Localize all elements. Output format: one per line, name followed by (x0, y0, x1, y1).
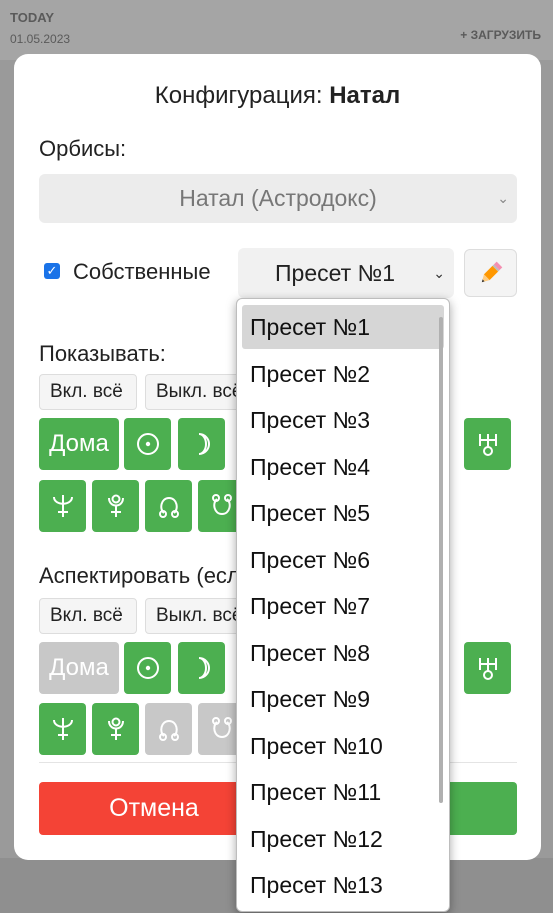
dropdown-scrollbar[interactable] (439, 317, 443, 803)
show-toggle-pluto[interactable] (92, 480, 139, 532)
preset-option[interactable]: Пресет №11 (242, 770, 444, 814)
preset-option[interactable]: Пресет №6 (242, 538, 444, 582)
neptune-icon (52, 495, 73, 517)
orbs-select-value: Натал (Астродокс) (179, 185, 377, 211)
background-title: TODAY (10, 10, 55, 25)
houses-label: Дома (49, 430, 109, 457)
orbs-select[interactable]: Натал (Астродокс) ⌄ (39, 174, 517, 223)
modal-title: Конфигурация: Натал (154, 82, 401, 109)
show-enable-all-button[interactable]: Вкл. всё (39, 374, 137, 410)
preset-option[interactable]: Пресет №3 (242, 398, 444, 442)
show-label: Показывать: (39, 341, 166, 366)
moon-icon (198, 433, 210, 455)
chevron-down-icon: ⌄ (433, 265, 445, 281)
background-date: 01.05.2023 (10, 32, 71, 46)
preset-option[interactable]: Пресет №8 (242, 631, 444, 675)
cancel-button[interactable]: Отмена (39, 782, 269, 835)
uranus-icon (478, 434, 497, 456)
preset-option[interactable]: Пресет №9 (242, 677, 444, 721)
aspect-enable-all-button[interactable]: Вкл. всё (39, 598, 137, 634)
aspect-toggle-uranus[interactable] (464, 642, 511, 694)
north-node-icon (158, 719, 179, 741)
show-toggle-sun[interactable] (124, 418, 171, 470)
show-toggle-uranus[interactable] (464, 418, 511, 470)
pluto-icon (107, 717, 124, 740)
show-toggle-neptune[interactable] (39, 480, 86, 532)
aspect-toggle-neptune[interactable] (39, 703, 86, 755)
sun-icon (136, 433, 159, 455)
south-node-icon (211, 494, 232, 516)
pluto-icon (107, 494, 124, 517)
show-toggle-north-node[interactable] (145, 480, 192, 532)
aspect-toggle-moon[interactable] (178, 642, 225, 694)
preset-dropdown-list: Пресет №1 Пресет №2 Пресет №3 Пресет №4 Прес… (236, 298, 450, 912)
preset-option[interactable]: Пресет №12 (242, 817, 444, 861)
preset-option[interactable]: Пресет №10 (242, 724, 444, 768)
show-toggle-moon[interactable] (178, 418, 225, 470)
show-toggle-houses[interactable]: Дома (39, 418, 119, 470)
aspect-toggle-sun[interactable] (124, 642, 171, 694)
south-node-icon (211, 717, 232, 739)
orbs-label: Орбисы: (39, 136, 127, 161)
neptune-icon (52, 718, 73, 740)
preset-option[interactable]: Пресет №13 (242, 863, 444, 907)
preset-option[interactable]: Пресет №2 (242, 352, 444, 396)
preset-option[interactable]: Пресет №5 (242, 491, 444, 535)
background-load-link: + ЗАГРУЗИТЬ (460, 28, 541, 42)
background-header: TODAY 01.05.2023 + ЗАГРУЗИТЬ (0, 0, 553, 60)
aspect-toggle-pluto[interactable] (92, 703, 139, 755)
preset-select-value: Пресет №1 (275, 260, 396, 286)
config-name: Натал (329, 82, 401, 109)
aspect-toggle-houses[interactable]: Дома (39, 642, 119, 694)
houses-label: Дома (49, 654, 109, 681)
preset-select[interactable]: Пресет №1 ⌄ (238, 248, 454, 298)
preset-option[interactable]: Пресет №1 (242, 305, 444, 349)
moon-icon (198, 657, 210, 679)
sun-icon (136, 657, 159, 679)
own-orbs-label: Собственные (73, 259, 211, 284)
own-orbs-checkbox[interactable]: ✓ (44, 263, 60, 279)
aspect-toggle-north-node[interactable] (145, 703, 192, 755)
north-node-icon (158, 496, 179, 518)
preset-option[interactable]: Пресет №7 (242, 584, 444, 628)
pencil-icon (481, 261, 503, 283)
preset-option[interactable]: Пресет №4 (242, 445, 444, 489)
edit-preset-button[interactable] (464, 249, 517, 297)
uranus-icon (478, 658, 497, 680)
chevron-down-icon: ⌄ (497, 190, 509, 206)
